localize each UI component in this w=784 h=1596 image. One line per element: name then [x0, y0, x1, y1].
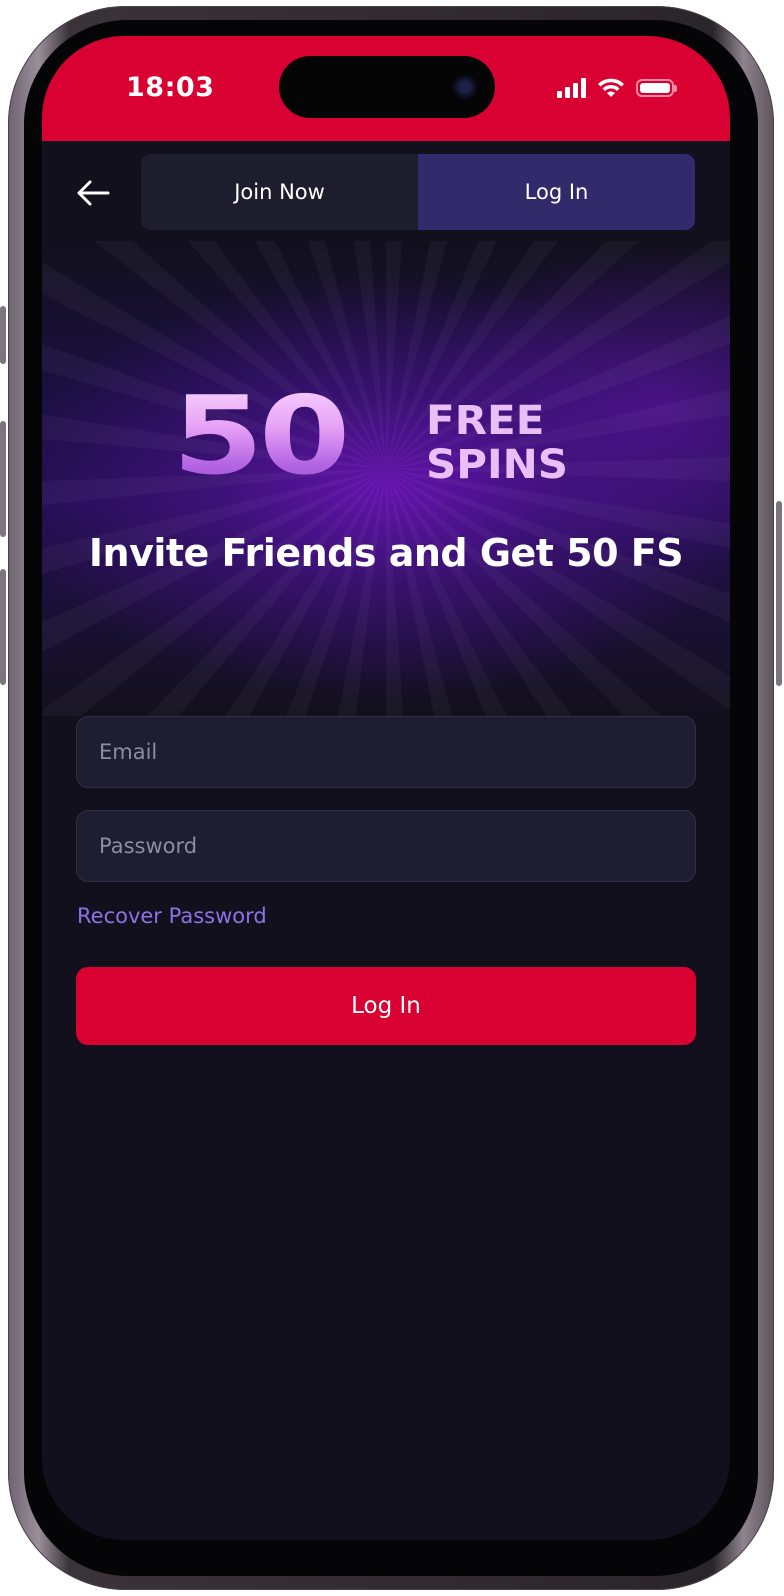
camera-icon — [453, 75, 477, 99]
auth-tabs: Join Now Log In — [141, 154, 695, 230]
battery-icon — [636, 79, 677, 97]
status-time: 18:03 — [126, 72, 215, 103]
recover-password-link[interactable]: Recover Password — [77, 904, 267, 928]
email-input[interactable] — [76, 716, 696, 788]
arrow-left-icon — [77, 180, 110, 206]
status-icons — [557, 76, 677, 100]
tab-log-in[interactable]: Log In — [418, 154, 695, 230]
back-button[interactable] — [70, 170, 116, 216]
wifi-icon — [598, 78, 624, 97]
volume-up-button — [0, 421, 6, 537]
promo-banner: 50 FREE SPINS Invite Friends and Get 50 … — [42, 241, 730, 716]
tab-join-now[interactable]: Join Now — [141, 154, 418, 230]
phone-screen: 18:03 Join Now Log In 50 FREE SPINS Invi… — [42, 36, 730, 1540]
password-input[interactable] — [76, 810, 696, 882]
status-bar: 18:03 — [42, 36, 730, 141]
promo-subtitle: Invite Friends and Get 50 FS — [88, 531, 684, 575]
signal-icon — [557, 78, 586, 98]
banner-rays — [42, 241, 730, 716]
power-button — [776, 501, 782, 686]
log-in-button[interactable]: Log In — [76, 967, 696, 1045]
promo-number: 50 — [172, 374, 350, 499]
action-button — [0, 306, 6, 364]
promo-word-free: FREE — [426, 398, 545, 444]
dynamic-island — [279, 56, 495, 118]
volume-down-button — [0, 569, 6, 685]
promo-word-spins: SPINS — [426, 442, 569, 488]
